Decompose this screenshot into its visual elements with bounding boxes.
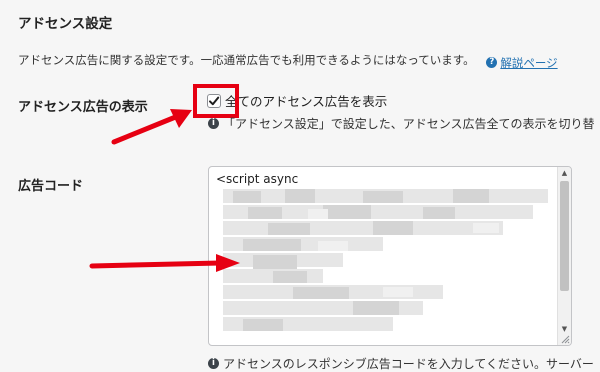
section-title: アドセンス設定 bbox=[18, 16, 113, 32]
help-page-link[interactable]: 解説ページ bbox=[500, 55, 557, 71]
adsense-display-checkbox-row[interactable]: 全てのアドセンス広告を表示 bbox=[207, 91, 387, 110]
ad-code-note: i アドセンスのレスポンシブ広告コードを入力してください。サーバー bbox=[208, 355, 594, 372]
ad-code-label: 広告コード bbox=[18, 179, 84, 194]
help-link-wrap[interactable]: ? 解説ページ bbox=[486, 55, 558, 71]
ad-code-note-text: アドセンスのレスポンシブ広告コードを入力してください。サーバー bbox=[223, 357, 594, 371]
ad-code-first-line: <script async bbox=[216, 172, 299, 186]
resize-handle-icon[interactable] bbox=[560, 334, 570, 344]
ad-code-textarea[interactable]: <script async ▲ ▼ bbox=[208, 166, 572, 346]
scroll-thumb[interactable] bbox=[560, 181, 569, 291]
adsense-display-checkbox-label[interactable]: 全てのアドセンス広告を表示 bbox=[225, 91, 387, 110]
pixelated-code-area bbox=[223, 189, 548, 331]
checkmark-icon bbox=[209, 96, 220, 105]
info-icon: i bbox=[208, 118, 219, 129]
info-icon: i bbox=[208, 358, 219, 369]
adsense-display-checkbox[interactable] bbox=[207, 93, 221, 108]
textarea-scrollbar[interactable]: ▲ ▼ bbox=[557, 167, 571, 345]
question-circle-icon: ? bbox=[486, 57, 498, 68]
section-description-row: アドセンス広告に関する設定です。一応通常広告でも利用できるようにはなっています。… bbox=[18, 52, 558, 71]
adsense-display-note: i 「アドセンス設定」で設定した、アドセンス広告全ての表示を切り替 bbox=[208, 115, 595, 132]
adsense-display-note-text: 「アドセンス設定」で設定した、アドセンス広告全ての表示を切り替 bbox=[223, 117, 595, 131]
section-description: アドセンス広告に関する設定です。一応通常広告でも利用できるようにはなっています。 bbox=[18, 53, 475, 67]
adsense-display-label: アドセンス広告の表示 bbox=[18, 100, 148, 115]
scroll-up-icon[interactable]: ▲ bbox=[558, 167, 571, 179]
